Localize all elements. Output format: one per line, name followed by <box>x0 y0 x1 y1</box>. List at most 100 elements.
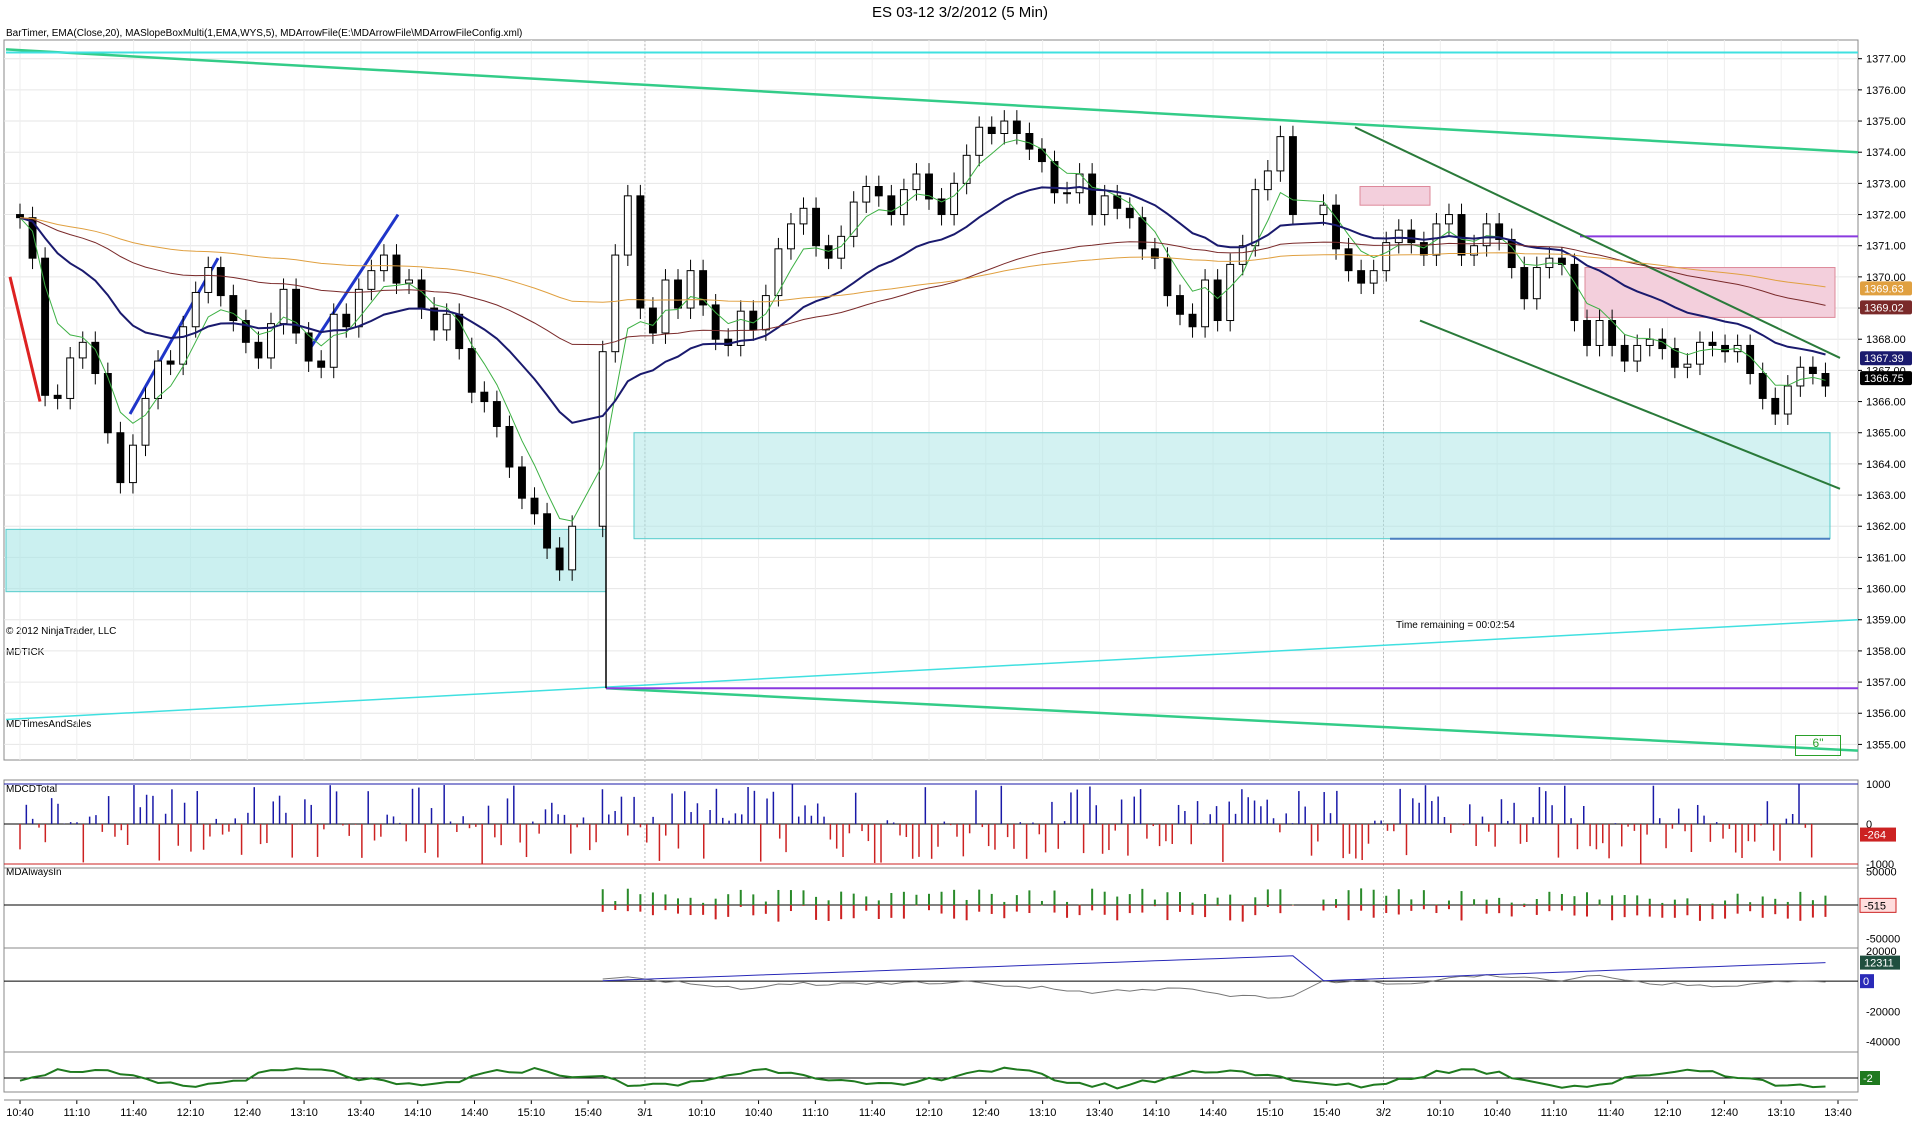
cd-tick-label: -40000 <box>1866 1036 1900 1048</box>
candle-body <box>1457 214 1466 256</box>
candle-body <box>987 126 996 135</box>
resistance-zone-right <box>1584 267 1836 318</box>
price-tick-label: 1368.00 <box>1866 334 1906 346</box>
candle-body <box>103 373 112 434</box>
support-zone-main <box>633 432 1831 540</box>
candle-body <box>1369 270 1378 284</box>
time-tick-label: 10:10 <box>1427 1107 1455 1119</box>
candle-body <box>1583 320 1591 346</box>
price-marker-label: 1366.75 <box>1864 373 1904 385</box>
candle-body <box>166 360 175 365</box>
candle-body <box>824 245 833 259</box>
time-tick-label: 15:10 <box>518 1107 546 1119</box>
price-tick-label: 1375.00 <box>1866 116 1906 128</box>
candle-body <box>229 295 238 322</box>
cd-total-line <box>602 974 1826 999</box>
candle-body <box>141 397 150 446</box>
candle-body <box>674 279 682 309</box>
time-tick-label: 11:10 <box>802 1107 829 1119</box>
time-tick-label: 12:40 <box>1711 1107 1739 1119</box>
candle-body <box>1570 263 1579 322</box>
candle-body <box>568 525 577 571</box>
mdtick-last-label: -264 <box>1864 830 1886 842</box>
candle-body <box>492 401 501 427</box>
candle-body <box>1595 320 1604 346</box>
time-tick-label: 10:40 <box>745 1107 773 1119</box>
candle-body <box>1696 341 1704 365</box>
time-tick-label: 10:40 <box>1483 1107 1511 1119</box>
price-panel-frame <box>3 39 1859 761</box>
candle-body <box>1319 204 1328 216</box>
candle-body <box>1251 189 1260 247</box>
candle-body <box>950 182 959 216</box>
price-tick-label: 1374.00 <box>1866 147 1906 159</box>
cd-signal-line <box>602 955 1826 982</box>
candle-body <box>1808 366 1817 375</box>
candle-body <box>686 270 695 309</box>
time-tick-label: 12:10 <box>915 1107 943 1119</box>
candle-body <box>1683 363 1692 368</box>
candle-body <box>874 185 883 197</box>
candle-body <box>812 207 821 247</box>
indicator-panels <box>4 783 1858 1090</box>
candle-body <box>749 310 758 331</box>
candle-body <box>1226 263 1235 322</box>
time-tick-label: 14:10 <box>404 1107 432 1119</box>
price-tick-label: 1357.00 <box>1866 677 1906 689</box>
time-tick-label: 15:10 <box>1256 1107 1284 1119</box>
time-tick-label: 14:40 <box>461 1107 489 1119</box>
candle-body <box>1482 223 1491 247</box>
time-tick-label: 13:40 <box>1086 1107 1114 1119</box>
price-tick-label: 1364.00 <box>1866 459 1906 471</box>
price-tick-label: 1371.00 <box>1866 241 1906 253</box>
candle-body <box>1263 170 1272 191</box>
candle-body <box>1012 120 1021 135</box>
candle-body <box>1100 195 1109 216</box>
candle-body <box>1532 267 1541 300</box>
time-tick-label: 12:40 <box>233 1107 261 1119</box>
candle-body <box>1213 279 1222 322</box>
candle-body <box>128 444 137 484</box>
ai-last-label: -2 <box>1863 1073 1873 1085</box>
time-tick-label: 14:40 <box>1199 1107 1227 1119</box>
candle-body <box>405 279 413 284</box>
price-tick-label: 1359.00 <box>1866 615 1906 627</box>
time-tick-label: 12:40 <box>972 1107 1000 1119</box>
time-tick-label: 13:10 <box>1029 1107 1057 1119</box>
price-tick-label: 1358.00 <box>1866 646 1906 658</box>
indicator-panel-frame <box>3 867 1859 949</box>
price-tick-label: 1373.00 <box>1866 178 1906 190</box>
price-marker-label: 1367.39 <box>1864 353 1904 365</box>
candle-body <box>16 214 24 219</box>
upper-channel-line <box>5 48 1859 154</box>
candle-body <box>598 351 607 527</box>
candle-body <box>1783 385 1792 415</box>
candle-body <box>661 279 670 334</box>
time-tick-label: 11:40 <box>1597 1107 1624 1119</box>
candle-body <box>636 195 645 309</box>
candle-body <box>442 313 451 331</box>
price-marker-label: 1369.02 <box>1864 302 1904 314</box>
candle-body <box>154 360 162 399</box>
candle-body <box>530 497 539 515</box>
price-tick-label: 1372.00 <box>1866 210 1906 222</box>
price-marker-label: 1369.63 <box>1864 283 1904 295</box>
candle-body <box>392 254 401 284</box>
lower-channel-line <box>605 687 1859 752</box>
candle-body <box>41 257 50 396</box>
time-tick-label: 11:10 <box>1541 1107 1568 1119</box>
candle-body <box>1708 341 1717 346</box>
candle-body <box>1520 267 1529 300</box>
chart-canvas[interactable]: 1377.00 1376.00 1375.00 1374.00 1373.00 1372.… <box>0 0 1920 1136</box>
candle-body <box>555 547 564 571</box>
candle-body <box>975 126 984 156</box>
price-tick-label: 1355.00 <box>1866 739 1906 751</box>
corner-box: 6" <box>1795 735 1841 756</box>
candle-body <box>1025 133 1034 150</box>
candle-body <box>179 326 188 365</box>
time-tick-label: 11:10 <box>63 1107 90 1119</box>
candle-body <box>467 348 476 393</box>
candle-body <box>1344 248 1353 272</box>
time-tick-label: 15:40 <box>574 1107 602 1119</box>
candle-body <box>543 513 552 549</box>
